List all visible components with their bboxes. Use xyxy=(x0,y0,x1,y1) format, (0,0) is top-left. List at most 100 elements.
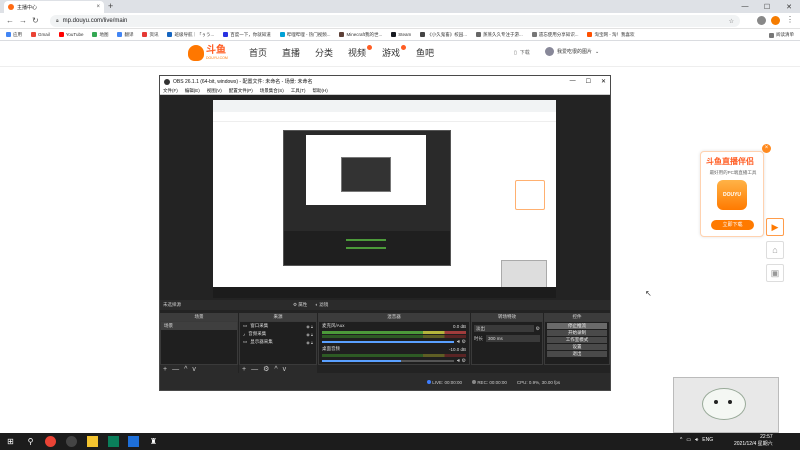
star-icon[interactable]: ☆ xyxy=(729,18,734,25)
language-indicator[interactable]: ENG xyxy=(702,437,713,443)
visibility-eye-icon[interactable]: ◉ 🔒︎ xyxy=(306,324,313,329)
bookmark-item[interactable]: 蒸蒸久久专注于游... xyxy=(475,32,523,38)
promo-close-icon[interactable]: × xyxy=(762,144,771,153)
file-explorer-icon[interactable] xyxy=(87,436,98,447)
visibility-eye-icon[interactable]: ◉ 🔒︎ xyxy=(306,340,313,345)
bookmark-item[interactable]: 《小久鬼畜》校园... xyxy=(420,32,467,38)
bookmark-news[interactable]: 资讯 xyxy=(142,32,158,38)
tab-close-icon[interactable]: × xyxy=(96,4,100,10)
obs-titlebar[interactable]: OBS 26.1.1 (64-bit, windows) - 配置文件: 未命名… xyxy=(160,76,610,87)
duration-input[interactable]: 300 ms xyxy=(486,335,540,342)
mic-volume-slider[interactable] xyxy=(322,341,454,343)
properties-button[interactable]: ⚙ 属性 xyxy=(293,302,307,308)
remove-source-button[interactable]: — xyxy=(251,366,258,373)
desktop-volume-slider[interactable] xyxy=(322,360,454,362)
remove-scene-button[interactable]: — xyxy=(172,366,179,373)
add-source-button[interactable]: + xyxy=(242,366,246,373)
obs-close-button[interactable]: ✕ xyxy=(601,78,606,85)
studio-mode-button[interactable]: 工作室模式 xyxy=(547,337,607,343)
client-icon[interactable]: ▣ xyxy=(766,264,784,282)
bookmark-maps[interactable]: 地图 xyxy=(92,32,108,38)
bookmark-item[interactable]: 遗忘使用分享知识... xyxy=(531,32,578,38)
source-item-window-capture[interactable]: ▭ 窗口采集 ◉ 🔒︎ xyxy=(240,322,316,330)
chevron-up-icon[interactable]: ^ xyxy=(680,437,682,443)
profile-avatar[interactable] xyxy=(771,16,780,25)
menu-profile[interactable]: 配置文件(P) xyxy=(229,88,253,94)
nav-video[interactable]: 视频 xyxy=(348,48,366,58)
source-item-display-capture[interactable]: ▭ 显示器采集 ◉ 🔒︎ xyxy=(240,338,316,346)
bookmark-baidu[interactable]: 百度一下，你就知道 xyxy=(223,32,271,38)
download-link[interactable]: ▯ 下载 xyxy=(514,49,530,57)
app-icon[interactable]: ♜ xyxy=(148,436,159,447)
app-icon[interactable] xyxy=(128,436,139,447)
speaker-icon[interactable]: 🔊︎ ⚙ xyxy=(457,358,469,364)
nav-live[interactable]: 直播 xyxy=(282,48,300,58)
source-properties-icon[interactable]: ⚙ xyxy=(263,365,269,373)
add-scene-button[interactable]: + xyxy=(163,366,167,373)
play-circle-icon[interactable]: ▶ xyxy=(766,218,784,236)
douyu-logo[interactable]: 斗鱼 DOUYU.COM xyxy=(188,45,228,61)
move-down-button[interactable]: v xyxy=(283,366,287,373)
source-item-audio-capture[interactable]: ♪ 音频采集 ◉ 🔒︎ xyxy=(240,330,316,338)
gear-icon[interactable]: ⚙ xyxy=(536,326,540,332)
nav-category[interactable]: 分类 xyxy=(315,48,333,58)
move-up-button[interactable]: ^ xyxy=(274,366,277,373)
move-up-button[interactable]: ^ xyxy=(184,366,187,373)
bookmark-class-nav[interactable]: 班级导航｜「ぅう... xyxy=(167,32,214,38)
bookmark-youtube[interactable]: YouTube xyxy=(58,32,83,37)
reading-list-button[interactable]: 阅读清单 xyxy=(769,32,794,38)
user-menu[interactable]: 我爱吃很的图片 ⌄ xyxy=(545,47,599,56)
volume-icon[interactable]: 🔊︎ xyxy=(695,437,698,443)
nav-home[interactable]: 首页 xyxy=(249,48,267,58)
menu-view[interactable]: 视图(V) xyxy=(207,88,222,94)
bookmark-translate[interactable]: 翻译 xyxy=(117,32,133,38)
app-icon[interactable] xyxy=(108,436,119,447)
network-icon[interactable]: ▭ xyxy=(686,437,691,443)
speaker-icon[interactable]: 🔊︎ ⚙ xyxy=(457,339,469,345)
nav-games[interactable]: 游戏 xyxy=(382,48,400,58)
forward-icon[interactable]: → xyxy=(19,17,27,25)
stop-streaming-button[interactable]: 停止推流 xyxy=(547,323,607,329)
address-bar[interactable]: 🔒︎ mp.douyu.com/live/main ☆ xyxy=(50,15,740,27)
filters-button[interactable]: ◐ 滤镜 xyxy=(315,302,328,308)
menu-file[interactable]: 文件(F) xyxy=(163,88,178,94)
clock[interactable]: 22:57 2021/12/4 星期六 xyxy=(734,434,773,448)
obs-taskbar-icon[interactable] xyxy=(66,436,77,447)
menu-edit[interactable]: 编辑(E) xyxy=(185,88,200,94)
extension-icon[interactable] xyxy=(757,16,766,25)
new-tab-button[interactable]: + xyxy=(108,2,113,11)
bookmark-minecraft[interactable]: Minecraft我的世... xyxy=(339,32,382,38)
exit-button[interactable]: 退出 xyxy=(547,351,607,357)
home-icon[interactable]: ⌂ xyxy=(766,241,784,259)
maximize-button[interactable]: ☐ xyxy=(756,0,778,13)
obs-maximize-button[interactable]: ☐ xyxy=(586,78,591,85)
bookmark-gmail[interactable]: Gmail xyxy=(31,32,50,37)
browser-tab[interactable]: 主播中心 × xyxy=(4,1,104,13)
reload-icon[interactable]: ↻ xyxy=(32,17,39,25)
menu-scene-collection[interactable]: 场景集合(S) xyxy=(260,88,284,94)
bookmark-steam[interactable]: Steam xyxy=(391,32,411,37)
visibility-eye-icon[interactable]: ◉ 🔒︎ xyxy=(306,332,313,337)
settings-button[interactable]: 设置 xyxy=(547,344,607,350)
menu-tools[interactable]: 工具(T) xyxy=(291,88,306,94)
windows-start-icon[interactable]: ⊞ xyxy=(5,436,16,447)
minimize-button[interactable]: — xyxy=(734,0,756,13)
nav-fishbar[interactable]: 鱼吧 xyxy=(416,48,434,58)
move-down-button[interactable]: v xyxy=(192,366,196,373)
start-recording-button[interactable]: 开始录制 xyxy=(547,330,607,336)
obs-minimize-button[interactable]: — xyxy=(570,78,576,85)
promo-download-button[interactable]: 立即下载 xyxy=(711,220,754,230)
bookmark-bilibili[interactable]: 哔哩哔哩 - 热门视频... xyxy=(279,32,330,38)
scene-item[interactable]: 场景 xyxy=(161,322,237,330)
transition-select[interactable]: 淡出 xyxy=(474,325,534,332)
search-icon[interactable]: ⚲ xyxy=(25,436,36,447)
back-icon[interactable]: ← xyxy=(6,17,14,25)
bookmark-apps[interactable]: 应用 xyxy=(6,32,22,38)
menu-help[interactable]: 帮助(H) xyxy=(313,88,328,94)
close-button[interactable]: ✕ xyxy=(778,0,800,13)
chrome-icon[interactable] xyxy=(45,436,56,447)
mic-level-meter xyxy=(322,331,466,334)
bookmark-taobao[interactable]: 淘宝网 - 淘！我喜欢 xyxy=(587,32,634,38)
system-tray[interactable]: ^ ▭ 🔊︎ ENG xyxy=(680,437,713,443)
menu-icon[interactable]: ⋮ xyxy=(786,16,794,24)
